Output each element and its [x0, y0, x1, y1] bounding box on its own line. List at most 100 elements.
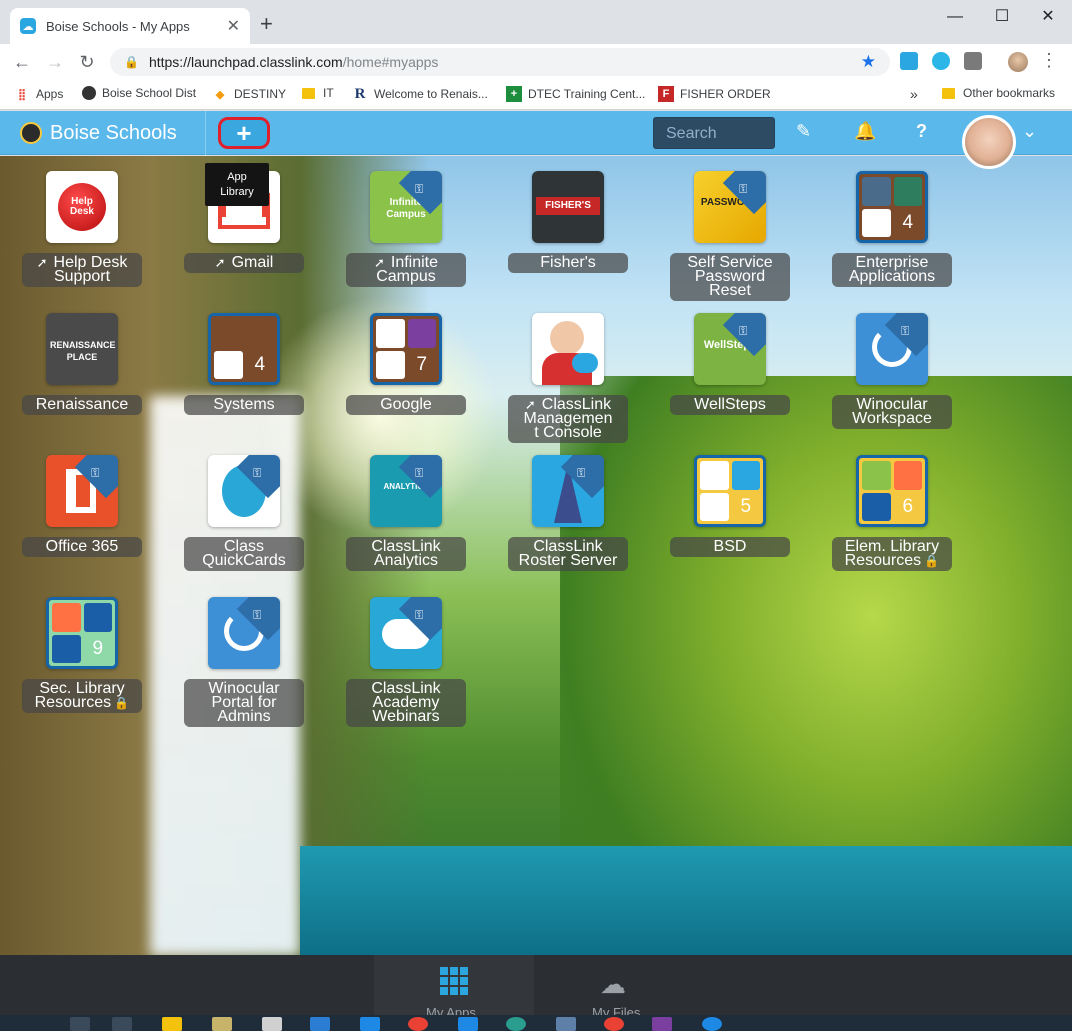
app-label[interactable]: Office 365: [22, 537, 142, 557]
app-taskbar-icon[interactable]: [702, 1017, 722, 1031]
app-taskbar-icon[interactable]: [212, 1017, 232, 1031]
onenote-icon[interactable]: [652, 1017, 672, 1031]
app-taskbar-icon[interactable]: [310, 1017, 330, 1031]
app-taskbar-icon[interactable]: [506, 1017, 526, 1031]
help-desk-icon[interactable]: Help Desk: [46, 171, 118, 243]
user-avatar[interactable]: [962, 115, 1016, 169]
bookmark-apps[interactable]: ⣿ Apps: [14, 86, 63, 102]
app-label[interactable]: Sec. Library Resources 🔒: [22, 679, 142, 713]
app-tile-google-folder[interactable]: 7 Google: [344, 313, 468, 415]
app-label[interactable]: Winocular Workspace: [832, 395, 952, 429]
minimize-button[interactable]: —: [940, 6, 970, 28]
bookmark-it[interactable]: IT: [302, 86, 334, 100]
app-label[interactable]: ➚ ClassLink Managemen t Console: [508, 395, 628, 443]
winocular-admins-icon[interactable]: [208, 597, 280, 669]
app-label[interactable]: Fisher's: [508, 253, 628, 273]
management-console-icon[interactable]: [532, 313, 604, 385]
app-tile-systems-folder[interactable]: 4 Systems: [182, 313, 306, 415]
password-icon[interactable]: PASSWORD: [694, 171, 766, 243]
back-icon[interactable]: ←: [10, 50, 34, 74]
app-tile-fishers[interactable]: FISHER'S Fisher's: [506, 171, 630, 273]
edit-icon[interactable]: ✎: [796, 121, 811, 142]
cloud-icon[interactable]: ☁: [600, 969, 626, 1000]
bookmark-star-icon[interactable]: ★: [861, 52, 876, 72]
app-tile-password[interactable]: PASSWORD Self ServicePasswordReset: [668, 171, 792, 301]
app-tile-sec-library-folder[interactable]: 9 Sec. Library Resources 🔒: [20, 597, 144, 713]
bookmarks-overflow-button[interactable]: »: [910, 86, 918, 102]
sec-library-folder-icon[interactable]: 9: [46, 597, 118, 669]
app-tile-winocular[interactable]: WinocularWorkspace: [830, 313, 954, 429]
quickcards-icon[interactable]: [208, 455, 280, 527]
infinite-campus-icon[interactable]: Infinite Campus: [370, 171, 442, 243]
bookmark-fisher-order[interactable]: F FISHER ORDER: [658, 86, 771, 102]
app-label[interactable]: ➚ Infinite Campus: [346, 253, 466, 287]
new-tab-button[interactable]: +: [260, 12, 273, 36]
maximize-button[interactable]: ☐: [987, 6, 1017, 28]
help-icon[interactable]: ?: [916, 121, 927, 142]
app-label[interactable]: Class QuickCards: [184, 537, 304, 571]
app-tile-management-console[interactable]: ➚ ClassLink Managemen t Console: [506, 313, 630, 443]
menu-kebab-icon[interactable]: ⋮: [1040, 50, 1058, 71]
app-tile-enterprise-folder[interactable]: 4 Enterprise Applications: [830, 171, 954, 287]
forward-icon[interactable]: →: [43, 50, 67, 74]
app-tile-help-desk[interactable]: Help Desk ➚ Help Desk Support: [20, 171, 144, 287]
app-taskbar-icon[interactable]: [262, 1017, 282, 1031]
reload-icon[interactable]: ↻: [75, 50, 99, 74]
app-label[interactable]: Enterprise Applications: [832, 253, 952, 287]
app-label[interactable]: ClassLink Analytics: [346, 537, 466, 571]
bookmark-dtec[interactable]: + DTEC Training Cent...: [506, 86, 645, 102]
enterprise-folder-icon[interactable]: 4: [856, 171, 928, 243]
app-label[interactable]: Elem. Library Resources 🔒: [832, 537, 952, 571]
renaissance-icon[interactable]: RENAISSANCE PLACE: [46, 313, 118, 385]
app-label[interactable]: Renaissance: [22, 395, 142, 415]
address-bar[interactable]: 🔒 https://launchpad.classlink.com /home#…: [110, 48, 890, 76]
internet-explorer-icon[interactable]: [360, 1017, 380, 1031]
chrome-icon[interactable]: [604, 1017, 624, 1031]
app-tile-analytics[interactable]: ANALYTICS ClassLinkAnalytics: [344, 455, 468, 571]
browser-tab[interactable]: ☁ Boise Schools - My Apps ✕: [10, 8, 250, 44]
app-tile-wellsteps[interactable]: WellSteps WellSteps: [668, 313, 792, 415]
taskview-icon[interactable]: [112, 1017, 132, 1031]
brand[interactable]: Boise Schools: [20, 111, 177, 155]
elem-library-folder-icon[interactable]: 6: [856, 455, 928, 527]
app-label[interactable]: ➚ Help Desk Support: [22, 253, 142, 287]
bookmark-boise-school-dist[interactable]: Boise School Dist: [82, 86, 196, 100]
winocular-icon[interactable]: [856, 313, 928, 385]
app-label[interactable]: Self Service Password Reset: [670, 253, 790, 301]
app-taskbar-icon[interactable]: [556, 1017, 576, 1031]
app-tile-office-365[interactable]: Office 365: [20, 455, 144, 557]
bell-icon[interactable]: 🔔: [854, 121, 876, 142]
app-label[interactable]: ➚ Gmail: [184, 253, 304, 273]
search-taskbar-icon[interactable]: [70, 1017, 90, 1031]
extension-icon[interactable]: [932, 52, 950, 70]
app-tile-elem-library-folder[interactable]: 6 Elem. Library Resources 🔒: [830, 455, 954, 571]
app-tile-infinite-campus[interactable]: Infinite Campus ➚InfiniteCampus: [344, 171, 468, 287]
office-365-icon[interactable]: [46, 455, 118, 527]
roster-server-icon[interactable]: [532, 455, 604, 527]
app-tile-bsd-folder[interactable]: 5 BSD: [668, 455, 792, 557]
app-taskbar-icon[interactable]: [458, 1017, 478, 1031]
file-explorer-icon[interactable]: [162, 1017, 182, 1031]
wellsteps-icon[interactable]: WellSteps: [694, 313, 766, 385]
extension-c-icon[interactable]: [964, 52, 982, 70]
close-window-button[interactable]: ✕: [1033, 6, 1063, 28]
app-label[interactable]: WellSteps: [670, 395, 790, 415]
app-tile-renaissance[interactable]: RENAISSANCE PLACE Renaissance: [20, 313, 144, 415]
fishers-icon[interactable]: FISHER'S: [532, 171, 604, 243]
bookmark-renaissance[interactable]: R Welcome to Renais...: [352, 86, 488, 102]
classlink-extension-icon[interactable]: [900, 52, 918, 70]
bsd-folder-icon[interactable]: 5: [694, 455, 766, 527]
chrome-icon[interactable]: [408, 1017, 428, 1031]
search-input[interactable]: Search: [653, 117, 775, 149]
app-label[interactable]: BSD: [670, 537, 790, 557]
app-label[interactable]: ClassLink Roster Server: [508, 537, 628, 571]
app-tile-quickcards[interactable]: ClassQuickCards: [182, 455, 306, 571]
analytics-icon[interactable]: ANALYTICS: [370, 455, 442, 527]
app-tile-roster-server[interactable]: ClassLinkRoster Server: [506, 455, 630, 571]
bookmark-destiny[interactable]: ◆ DESTINY: [212, 86, 286, 102]
bookmark-other[interactable]: Other bookmarks: [942, 86, 1055, 100]
app-label[interactable]: Winocular Portal for Admins: [184, 679, 304, 727]
chevron-down-icon[interactable]: ⌄: [1022, 121, 1037, 142]
app-tile-winocular-admins[interactable]: WinocularPortal forAdmins: [182, 597, 306, 727]
app-library-button[interactable]: +: [218, 117, 270, 149]
